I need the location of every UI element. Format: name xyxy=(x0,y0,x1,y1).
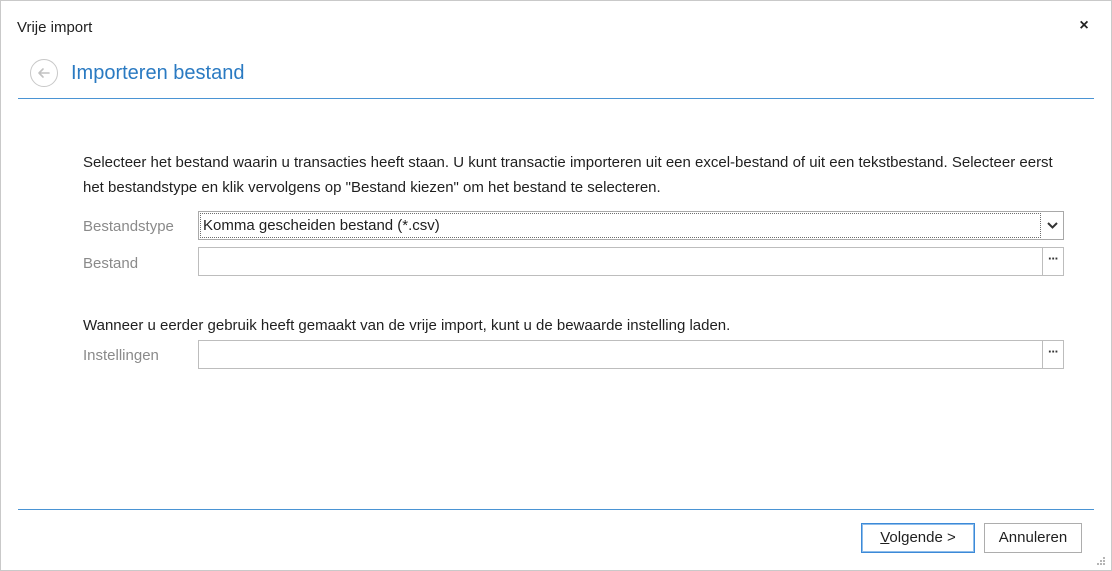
title-bar: Vrije import × xyxy=(1,1,1111,45)
import-dialog: Vrije import × Importeren bestand Select… xyxy=(0,0,1112,571)
file-field[interactable]: ··· xyxy=(198,247,1064,276)
footer-divider xyxy=(18,509,1094,510)
resize-grip-icon[interactable] xyxy=(1096,556,1106,566)
browse-settings-icon[interactable]: ··· xyxy=(1042,341,1063,368)
page-title: Importeren bestand xyxy=(71,62,245,84)
file-type-select[interactable]: Komma gescheiden bestand (*.csv) xyxy=(198,211,1064,240)
settings-field[interactable]: ··· xyxy=(198,340,1064,369)
browse-file-icon[interactable]: ··· xyxy=(1042,248,1063,275)
dropdown-arrow-icon xyxy=(1047,222,1058,229)
settings-label: Instellingen xyxy=(83,347,159,364)
file-type-label: Bestandstype xyxy=(83,218,174,235)
back-arrow-icon[interactable] xyxy=(30,59,58,87)
file-label: Bestand xyxy=(83,255,139,272)
arrow-left-icon xyxy=(38,68,50,78)
cancel-button[interactable]: Annuleren xyxy=(984,523,1082,553)
next-button[interactable]: Volgende > xyxy=(861,523,975,553)
intro-text: Selecteer het bestand waarin u transacti… xyxy=(83,154,1053,196)
file-type-value: Komma gescheiden bestand (*.csv) xyxy=(203,217,440,234)
chevron-down-icon[interactable] xyxy=(1042,212,1063,239)
settings-intro-text: Wanneer u eerder gebruik heeft gemaakt v… xyxy=(83,317,731,334)
close-icon[interactable]: × xyxy=(1075,17,1093,35)
header-divider xyxy=(18,98,1094,99)
window-title: Vrije import xyxy=(17,19,93,36)
next-label: olgende > xyxy=(889,529,956,546)
